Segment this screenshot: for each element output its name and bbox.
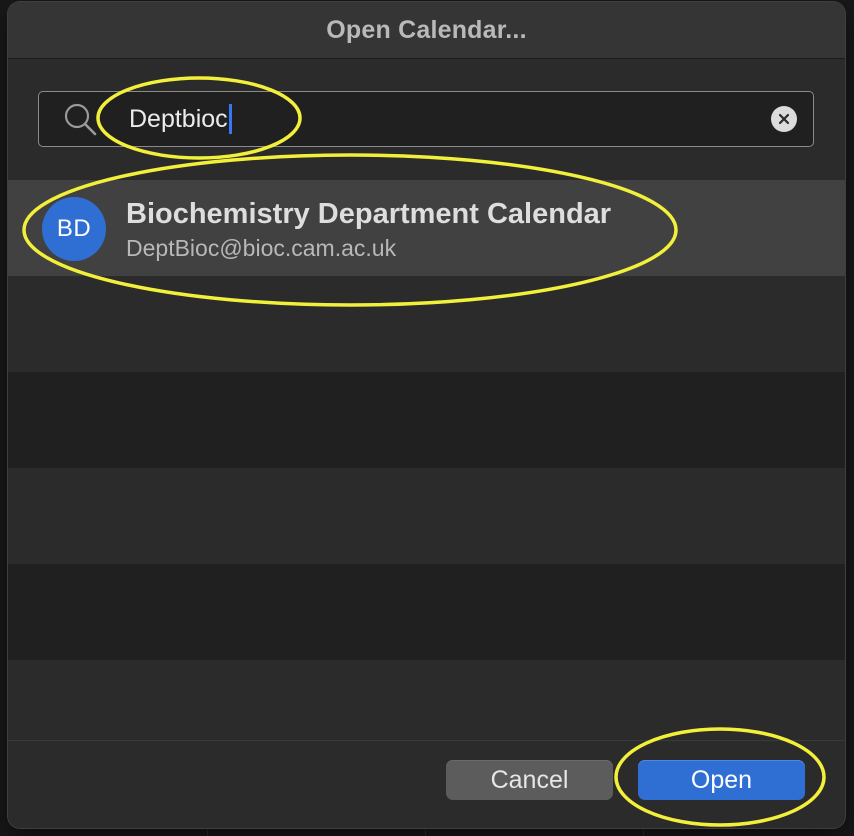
- dialog-footer: Cancel Open: [8, 740, 845, 828]
- empty-list-row: [8, 468, 845, 564]
- open-button[interactable]: Open: [638, 760, 805, 800]
- cancel-button[interactable]: Cancel: [446, 760, 613, 800]
- avatar: BD: [42, 197, 106, 261]
- empty-list-row: [8, 276, 845, 372]
- result-email: DeptBioc@bioc.cam.ac.uk: [126, 235, 397, 261]
- empty-list-row: [8, 564, 845, 660]
- search-input-text: Deptbioc: [129, 104, 228, 133]
- search-area: Deptbioc: [8, 59, 845, 180]
- empty-list-row: [8, 372, 845, 468]
- result-name: Biochemistry Department Calendar: [126, 198, 612, 230]
- dialog-titlebar: Open Calendar...: [8, 2, 845, 59]
- empty-list-row: [8, 660, 845, 740]
- result-row-biochemistry-calendar[interactable]: BD Biochemistry Department Calendar Dept…: [8, 180, 845, 276]
- search-input[interactable]: Deptbioc: [129, 102, 232, 136]
- text-caret: [228, 104, 232, 134]
- search-icon: [61, 100, 101, 140]
- clear-icon[interactable]: [771, 106, 797, 132]
- dialog-title: Open Calendar...: [326, 15, 527, 44]
- results-list: BD Biochemistry Department Calendar Dept…: [8, 180, 845, 740]
- open-calendar-dialog: Open Calendar... Deptbioc BD Biochemistr…: [8, 2, 845, 828]
- search-field[interactable]: Deptbioc: [38, 91, 814, 147]
